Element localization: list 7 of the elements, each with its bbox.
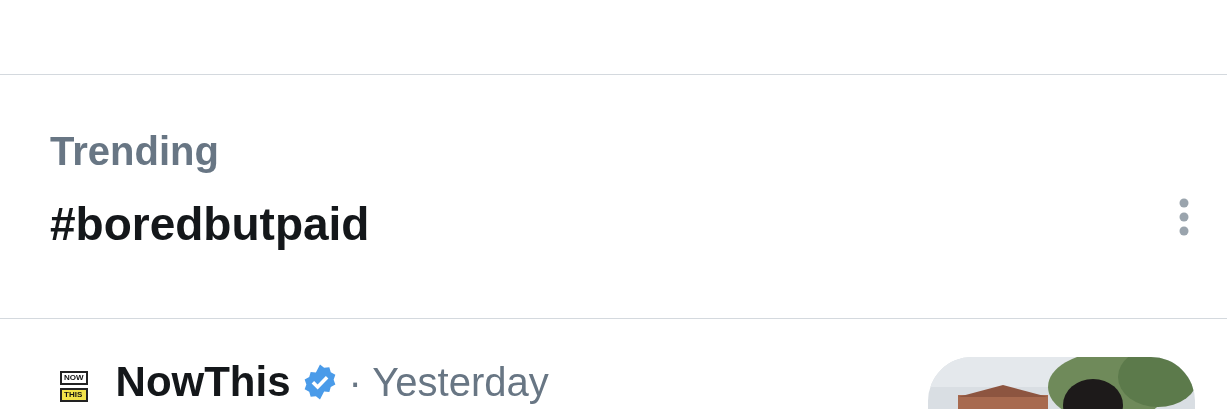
logo-word: NOW bbox=[60, 371, 88, 385]
more-icon[interactable] bbox=[1179, 198, 1189, 236]
trend-hashtag[interactable]: #boredbutpaid bbox=[50, 197, 1227, 251]
author-name[interactable]: NowThis bbox=[115, 357, 291, 407]
logo-word: THIS bbox=[60, 388, 88, 402]
tweet-time: · Yesterday bbox=[348, 359, 549, 406]
trend-category: Trending bbox=[50, 128, 220, 175]
